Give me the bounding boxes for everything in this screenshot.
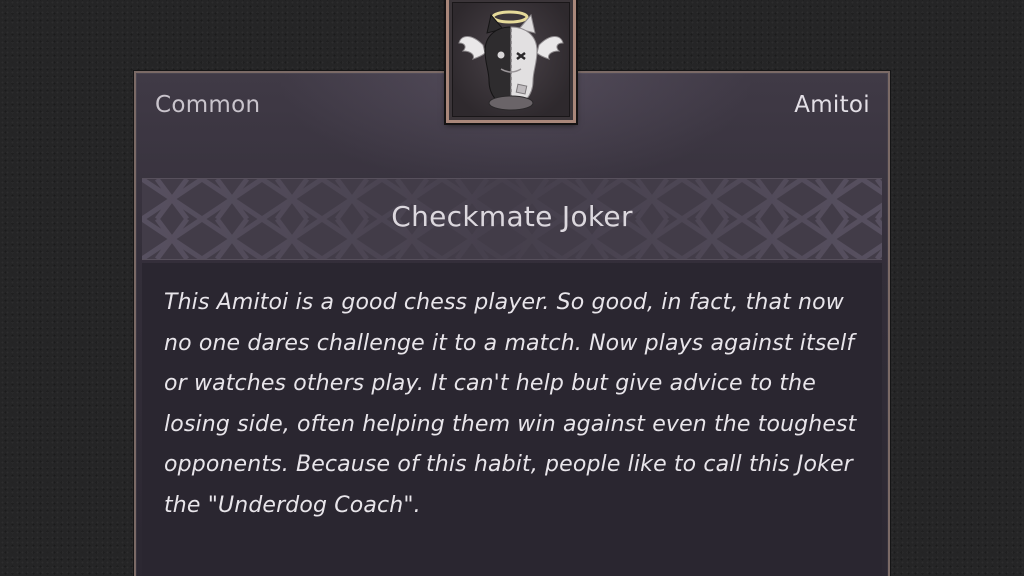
item-tooltip-card: Common Amitoi Checkmate Joker This Amito… xyxy=(133,70,891,576)
winged-halo-cat-plush-icon xyxy=(458,10,564,111)
item-icon-frame xyxy=(446,0,576,123)
description-panel: This Amitoi is a good chess player. So g… xyxy=(142,263,882,576)
rarity-label: Common xyxy=(155,92,261,118)
item-name: Checkmate Joker xyxy=(391,200,633,233)
category-label: Amitoi xyxy=(794,92,870,118)
item-description: This Amitoi is a good chess player. So g… xyxy=(164,290,857,518)
item-icon-background xyxy=(452,2,570,117)
title-banner: Checkmate Joker xyxy=(142,178,882,260)
